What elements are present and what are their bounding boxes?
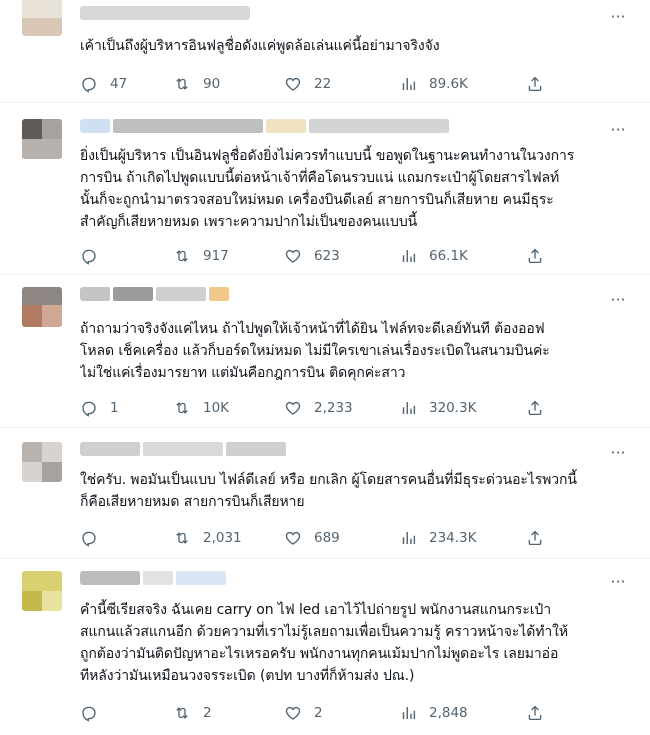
view-count: 2,848 — [429, 705, 468, 721]
reply-icon — [82, 706, 96, 722]
reply-feed: ··· เค้าเป็นถึงผู้บริหารอินฟลูชื่อดังแค่… — [0, 0, 650, 735]
share-icon — [528, 76, 542, 92]
reply-button[interactable] — [80, 246, 110, 266]
views-button[interactable]: 2,848 — [399, 703, 468, 723]
like-count: 2 — [314, 705, 323, 721]
reply-button[interactable] — [80, 703, 110, 723]
like-button[interactable]: 22 — [284, 74, 331, 94]
tweet-text: ยิ่งเป็นผู้บริหาร เป็นอินฟลูชื่อดังยิ่งไ… — [80, 148, 575, 230]
retweet-count: 2,031 — [203, 530, 242, 546]
views-icon — [402, 707, 416, 719]
view-count: 66.1K — [429, 248, 468, 264]
retweet-count: 2 — [203, 705, 212, 721]
avatar[interactable] — [22, 0, 62, 36]
share-icon — [528, 248, 542, 264]
reply-tweet[interactable]: ··· ยิ่งเป็นผู้บริหาร เป็นอินฟลูชื่อดังย… — [0, 103, 650, 275]
like-count: 22 — [314, 76, 332, 92]
reply-button[interactable]: 1 — [80, 398, 119, 418]
reply-icon — [82, 249, 96, 265]
retweet-icon — [176, 250, 188, 262]
tweet-text: ใช่ครับ. พอมันเป็นแบบ ไฟล์ดีเลย์ หรือ ยก… — [80, 472, 577, 510]
views-icon — [402, 250, 416, 262]
avatar[interactable] — [22, 287, 62, 327]
reply-count: 1 — [110, 400, 119, 416]
reply-button[interactable] — [80, 528, 110, 548]
retweet-icon — [176, 707, 188, 719]
tweet-actions: 2,031 689 234.3K — [80, 528, 550, 548]
more-icon[interactable]: ··· — [608, 9, 628, 26]
retweet-count: 917 — [203, 248, 229, 264]
like-button[interactable]: 689 — [284, 528, 340, 548]
heart-icon — [285, 401, 301, 415]
retweet-count: 10K — [203, 400, 230, 416]
retweet-button[interactable]: 90 — [173, 74, 220, 94]
tweet-actions: 917 623 66.1K — [80, 246, 550, 266]
retweet-button[interactable]: 2,031 — [173, 528, 242, 548]
views-button[interactable]: 89.6K — [399, 74, 468, 94]
tweet-text: ถ้าถามว่าจริงจังแค่ไหน ถ้าไปพูดให้เจ้าหน… — [80, 321, 550, 381]
retweet-count: 90 — [203, 76, 221, 92]
more-icon[interactable]: ··· — [608, 574, 628, 591]
reply-icon — [82, 531, 96, 547]
retweet-icon — [176, 532, 188, 544]
share-button[interactable] — [526, 703, 544, 723]
more-icon[interactable]: ··· — [608, 292, 628, 309]
share-button[interactable] — [526, 398, 544, 418]
blurred-username[interactable] — [80, 6, 250, 20]
blurred-username[interactable] — [80, 119, 450, 133]
retweet-button[interactable]: 2 — [173, 703, 212, 723]
like-button[interactable]: 623 — [284, 246, 340, 266]
retweet-button[interactable]: 917 — [173, 246, 229, 266]
heart-icon — [285, 706, 301, 720]
retweet-button[interactable]: 10K — [173, 398, 229, 418]
reply-tweet[interactable]: ··· คำนี้ซีเรียสจริง ฉันเคย carry on ไฟ … — [0, 559, 650, 735]
heart-icon — [285, 249, 301, 263]
tweet-actions: 47 90 22 89.6K — [80, 74, 550, 94]
like-count: 689 — [314, 530, 340, 546]
reply-icon — [82, 401, 96, 417]
reply-tweet[interactable]: ··· เค้าเป็นถึงผู้บริหารอินฟลูชื่อดังแค่… — [0, 0, 650, 103]
more-icon[interactable]: ··· — [608, 122, 628, 139]
heart-icon — [285, 77, 301, 91]
reply-icon — [82, 77, 96, 93]
share-icon — [528, 705, 542, 721]
views-button[interactable]: 234.3K — [399, 528, 477, 548]
like-button[interactable]: 2,233 — [284, 398, 353, 418]
share-button[interactable] — [526, 246, 544, 266]
share-icon — [528, 530, 542, 546]
reply-button[interactable]: 47 — [80, 74, 127, 94]
view-count: 89.6K — [429, 76, 468, 92]
views-icon — [402, 402, 416, 414]
avatar[interactable] — [22, 571, 62, 611]
retweet-icon — [176, 402, 188, 414]
more-icon[interactable]: ··· — [608, 445, 628, 462]
view-count: 234.3K — [429, 530, 477, 546]
blurred-username[interactable] — [80, 287, 240, 301]
share-button[interactable] — [526, 74, 544, 94]
avatar[interactable] — [22, 119, 62, 159]
reply-tweet[interactable]: ··· ใช่ครับ. พอมันเป็นแบบ ไฟล์ดีเลย์ หรื… — [0, 428, 650, 559]
reply-tweet[interactable]: ··· ถ้าถามว่าจริงจังแค่ไหน ถ้าไปพูดให้เจ… — [0, 275, 650, 428]
share-icon — [528, 400, 542, 416]
retweet-icon — [176, 78, 188, 90]
tweet-text: เค้าเป็นถึงผู้บริหารอินฟลูชื่อดังแค่พูดล… — [80, 38, 440, 54]
view-count: 320.3K — [429, 400, 477, 416]
blurred-username[interactable] — [80, 571, 230, 585]
views-icon — [402, 78, 416, 90]
like-count: 623 — [314, 248, 340, 264]
like-count: 2,233 — [314, 400, 353, 416]
heart-icon — [285, 531, 301, 545]
like-button[interactable]: 2 — [284, 703, 323, 723]
avatar[interactable] — [22, 442, 62, 482]
tweet-text: คำนี้ซีเรียสจริง ฉันเคย carry on ไฟ led … — [80, 602, 569, 684]
blurred-username[interactable] — [80, 442, 290, 456]
views-button[interactable]: 320.3K — [399, 398, 477, 418]
views-button[interactable]: 66.1K — [399, 246, 468, 266]
tweet-actions: 1 10K 2,233 320.3K — [80, 398, 550, 418]
views-icon — [402, 532, 416, 544]
reply-count: 47 — [110, 76, 128, 92]
tweet-actions: 2 2 2,848 — [80, 703, 550, 723]
share-button[interactable] — [526, 528, 544, 548]
